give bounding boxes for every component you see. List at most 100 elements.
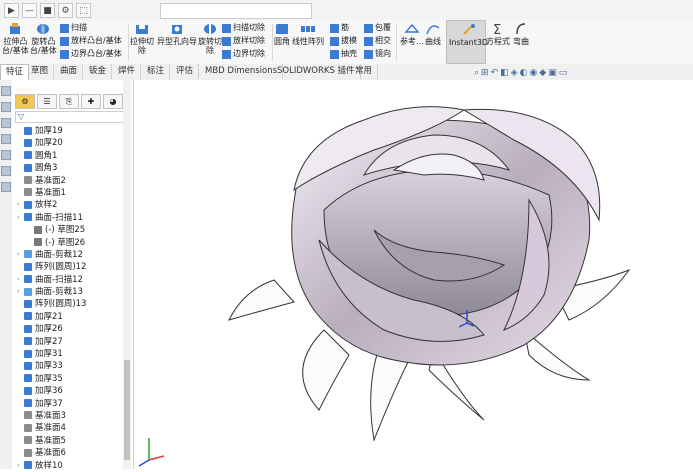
- tree-item[interactable]: 加厚27: [12, 336, 133, 348]
- shell-button[interactable]: 抽壳: [330, 49, 357, 59]
- boundary-cut-button[interactable]: 边界切除: [222, 49, 265, 59]
- hole-wizard-button[interactable]: 异型孔向导: [157, 22, 197, 46]
- boundary-boss-button[interactable]: 边界凸台/基体: [60, 49, 122, 59]
- rib-button[interactable]: 筋: [330, 23, 349, 33]
- extrude-cut-button[interactable]: 拉伸切 除: [130, 22, 154, 55]
- extrude-boss-button[interactable]: 拉伸凸 台/基体: [2, 22, 29, 55]
- tab-solidworks-addins[interactable]: SOLIDWORKS 插件: [272, 64, 361, 79]
- home-icon[interactable]: [1, 86, 11, 96]
- tree-item[interactable]: › 曲面-剪裁13: [12, 286, 133, 298]
- fillet-button[interactable]: 圆角: [274, 22, 290, 46]
- options-icon[interactable]: ⚙: [58, 3, 73, 18]
- tab-sheet-metal[interactable]: 钣金: [84, 64, 113, 79]
- forum-icon[interactable]: [1, 182, 11, 192]
- tree-item[interactable]: (-) 草图25: [12, 224, 133, 236]
- lofted-cut-button[interactable]: 放样切除: [222, 36, 265, 46]
- tab-features[interactable]: 特征: [0, 64, 30, 80]
- tab-markup[interactable]: 标注: [142, 64, 171, 79]
- curves-button[interactable]: 曲线: [425, 22, 441, 46]
- expand-arrow-icon[interactable]: ›: [17, 460, 19, 469]
- tree-item[interactable]: (-) 草图26: [12, 237, 133, 249]
- tree-item[interactable]: 基准面5: [12, 435, 133, 447]
- equations-button[interactable]: Σ 方程式: [486, 22, 510, 46]
- view-settings-icon[interactable]: ▭: [559, 68, 570, 78]
- tree-item[interactable]: › 曲面-扫描11: [12, 212, 133, 224]
- feature-tree-scrollbar[interactable]: [123, 80, 131, 469]
- draft-button[interactable]: 拔模: [330, 36, 357, 46]
- tree-item[interactable]: 加厚20: [12, 137, 133, 149]
- tree-item[interactable]: 基准面3: [12, 410, 133, 422]
- tree-item[interactable]: 圆角1: [12, 150, 133, 162]
- tree-item[interactable]: 加厚31: [12, 348, 133, 360]
- heads-up-view-toolbar[interactable]: ⌕⊞↶◧◈◐◉◆▣▭: [474, 68, 569, 78]
- tree-item[interactable]: 加厚19: [12, 125, 133, 137]
- expand-arrow-icon[interactable]: ›: [17, 212, 19, 224]
- tree-item[interactable]: 基准面4: [12, 422, 133, 434]
- dimxpert-tab-icon[interactable]: ✚: [81, 94, 101, 109]
- revolve-boss-button[interactable]: 旋转凸 台/基体: [30, 22, 57, 55]
- view-orientation-icon[interactable]: ◈: [511, 68, 520, 78]
- tab-weldments[interactable]: 焊件: [113, 64, 142, 79]
- reference-geometry-button[interactable]: 参考...: [400, 22, 424, 46]
- tab-surfaces[interactable]: 曲面: [55, 64, 84, 79]
- tree-item[interactable]: › 曲面-扫描12: [12, 274, 133, 286]
- tree-item[interactable]: 加厚33: [12, 360, 133, 372]
- edit-appearance-icon[interactable]: ◆: [539, 68, 548, 78]
- palette-icon[interactable]: [1, 134, 11, 144]
- tree-item[interactable]: 基准面1: [12, 187, 133, 199]
- tree-item[interactable]: › 曲面-剪裁12: [12, 249, 133, 261]
- loft-boss-button[interactable]: 放样凸台/基体: [60, 36, 122, 46]
- tree-item[interactable]: 加厚36: [12, 385, 133, 397]
- sweep-button[interactable]: 扫描: [60, 23, 87, 33]
- stop-icon[interactable]: ■: [40, 3, 55, 18]
- tree-item[interactable]: 基准面6: [12, 447, 133, 459]
- flex-button[interactable]: 弯曲: [513, 22, 529, 46]
- expand-arrow-icon[interactable]: ›: [17, 249, 19, 261]
- previous-view-icon[interactable]: ↶: [491, 68, 501, 78]
- tree-item[interactable]: › 放样2: [12, 199, 133, 211]
- scene-icon[interactable]: ▣: [548, 68, 559, 78]
- explorer-icon[interactable]: [1, 118, 11, 128]
- tab-common[interactable]: 常用: [350, 64, 379, 79]
- property-manager-tab-icon[interactable]: ☰: [37, 94, 57, 109]
- display-style-icon[interactable]: ◐: [520, 68, 530, 78]
- zoom-area-icon[interactable]: ⊞: [481, 68, 491, 78]
- instant3d-button[interactable]: Instant3D: [446, 20, 488, 64]
- swept-cut-button[interactable]: 扫描切除: [222, 23, 265, 33]
- expand-arrow-icon[interactable]: ›: [17, 199, 19, 211]
- appearance-icon[interactable]: [1, 150, 11, 160]
- hide-show-icon[interactable]: ◉: [529, 68, 539, 78]
- wrap-button[interactable]: 包覆: [364, 23, 391, 33]
- zoom-to-fit-icon[interactable]: ⌕: [474, 68, 481, 78]
- window-icon[interactable]: ⬚: [76, 3, 91, 18]
- tree-item[interactable]: 加厚21: [12, 311, 133, 323]
- tree-item[interactable]: 圆角3: [12, 162, 133, 174]
- feature-tree-tab-icon[interactable]: ⚙: [15, 94, 35, 109]
- tab-mbd-dimensions[interactable]: MBD Dimensions: [200, 64, 284, 79]
- mirror-button[interactable]: 镜向: [364, 49, 391, 59]
- tab-evaluate[interactable]: 评估: [171, 64, 200, 79]
- tree-item[interactable]: 阵列(圆周)12: [12, 261, 133, 273]
- tree-item[interactable]: 加厚35: [12, 373, 133, 385]
- graphics-area[interactable]: [134, 80, 693, 469]
- library-icon[interactable]: [1, 102, 11, 112]
- scrollbar-thumb[interactable]: [124, 360, 130, 460]
- tree-item[interactable]: 基准面2: [12, 175, 133, 187]
- search-input[interactable]: [160, 3, 312, 19]
- configuration-manager-tab-icon[interactable]: ⎘: [59, 94, 79, 109]
- minus-icon[interactable]: —: [22, 3, 37, 18]
- intersect-button[interactable]: 相交: [364, 36, 391, 46]
- section-view-icon[interactable]: ◧: [500, 68, 511, 78]
- custom-properties-icon[interactable]: [1, 166, 11, 176]
- expand-arrow-icon[interactable]: ›: [17, 286, 19, 298]
- tree-item[interactable]: 加厚37: [12, 398, 133, 410]
- tab-sketch[interactable]: 草图: [26, 64, 55, 79]
- tree-item[interactable]: › 放样10: [12, 460, 133, 469]
- tree-filter-input[interactable]: ▽: [15, 111, 131, 123]
- run-icon[interactable]: ▶: [4, 3, 19, 18]
- display-manager-tab-icon[interactable]: ◕: [103, 94, 123, 109]
- expand-arrow-icon[interactable]: ›: [17, 274, 19, 286]
- tree-item[interactable]: 加厚26: [12, 323, 133, 335]
- tree-item[interactable]: 阵列(圆周)13: [12, 298, 133, 310]
- linear-pattern-button[interactable]: 线性阵列: [292, 22, 324, 46]
